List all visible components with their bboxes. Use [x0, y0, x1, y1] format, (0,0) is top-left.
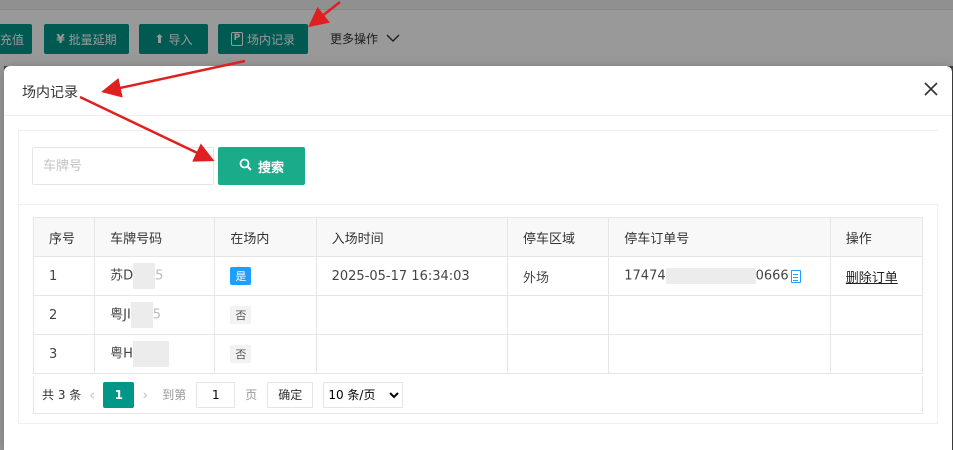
cell-order-no: 17474 0666 [608, 256, 831, 296]
table-panel: 序号 车牌号码 在场内 入场时间 停车区域 停车订单号 操作 1 苏D 5 是 2… [18, 204, 938, 424]
cell-no: 3 [32, 334, 96, 374]
header-no: 序号 [32, 217, 96, 257]
close-icon[interactable] [924, 79, 938, 99]
modal-header: 场内记录 [4, 66, 952, 116]
in-lot-badge: 是 [230, 267, 252, 285]
goto-page-input[interactable] [196, 381, 236, 408]
table-row: 1 苏D 5 是 2025-05-17 16:34:03 外场 17474 0666… [32, 256, 924, 296]
modal-title: 场内记录 [22, 85, 78, 101]
redacted-block [130, 302, 153, 328]
header-actions: 操作 [829, 217, 924, 257]
header-area: 停车区域 [507, 217, 610, 257]
header-in-lot: 在场内 [214, 217, 317, 257]
cell-plate: 苏D 5 [94, 256, 216, 296]
page-unit-label: 页 [245, 388, 258, 402]
cell-in-lot: 是 [214, 256, 317, 296]
table-header-row: 序号 车牌号码 在场内 入场时间 停车区域 停车订单号 操作 [32, 217, 924, 257]
table-row: 3 粤H 否 [32, 334, 924, 374]
plate-suffix: 5 [155, 268, 164, 284]
cell-order-no [608, 295, 831, 335]
redacted-block [132, 341, 169, 367]
redacted-block [665, 268, 756, 284]
cell-area [507, 295, 610, 335]
plate-suffix: 5 [152, 307, 162, 323]
cell-plate: 粤H [94, 334, 216, 374]
search-label: 搜索 [257, 160, 284, 176]
cell-actions [829, 334, 924, 374]
pagination: 共 3 条 ‹ 1 › 到第 页 确定 10 条/页 [33, 376, 923, 414]
confirm-goto-button[interactable]: 确定 [267, 381, 314, 408]
cell-no: 2 [32, 295, 96, 335]
search-button[interactable]: 搜索 [218, 147, 305, 185]
cell-area [507, 334, 610, 374]
table-row: 2 粤JI 5 否 [32, 295, 924, 335]
plate-search-input[interactable] [32, 147, 214, 185]
plate-prefix: 苏D [110, 268, 134, 284]
prev-page-icon[interactable]: ‹ [89, 386, 95, 404]
order-suffix: 0666 [755, 268, 789, 284]
page-size-select[interactable]: 10 条/页 [323, 381, 404, 408]
delete-order-link[interactable]: 删除订单 [846, 271, 898, 286]
order-prefix: 17474 [624, 268, 666, 284]
cell-entry-time: 2025-05-17 16:34:03 [315, 256, 509, 296]
header-plate: 车牌号码 [94, 217, 216, 257]
in-lot-badge: 否 [230, 306, 252, 324]
cell-in-lot: 否 [214, 334, 317, 374]
records-table: 序号 车牌号码 在场内 入场时间 停车区域 停车订单号 操作 1 苏D 5 是 2… [32, 217, 924, 374]
cell-entry-time [315, 334, 509, 374]
cell-actions [829, 295, 924, 335]
plate-prefix: 粤H [110, 346, 133, 362]
cell-area: 外场 [507, 256, 610, 296]
cell-in-lot: 否 [214, 295, 317, 335]
in-lot-badge: 否 [230, 345, 252, 363]
goto-label: 到第 [162, 388, 187, 402]
redacted-block [133, 263, 156, 289]
document-icon[interactable] [790, 269, 801, 283]
search-icon [239, 158, 252, 175]
header-order-no: 停车订单号 [608, 217, 831, 257]
cell-plate: 粤JI 5 [94, 295, 216, 335]
in-lot-records-modal: 场内记录 搜索 序号 车牌号码 在场内 入场时间 停车区域 停车订单号 [4, 66, 952, 450]
cell-actions: 删除订单 [829, 256, 924, 296]
next-page-icon[interactable]: › [142, 386, 148, 404]
page-button-current[interactable]: 1 [103, 381, 135, 408]
plate-prefix: 粤JI [110, 307, 131, 323]
cell-entry-time [315, 295, 509, 335]
cell-order-no [608, 334, 831, 374]
total-count: 共 3 条 [42, 388, 82, 402]
header-entry-time: 入场时间 [315, 217, 509, 257]
cell-no: 1 [32, 256, 96, 296]
